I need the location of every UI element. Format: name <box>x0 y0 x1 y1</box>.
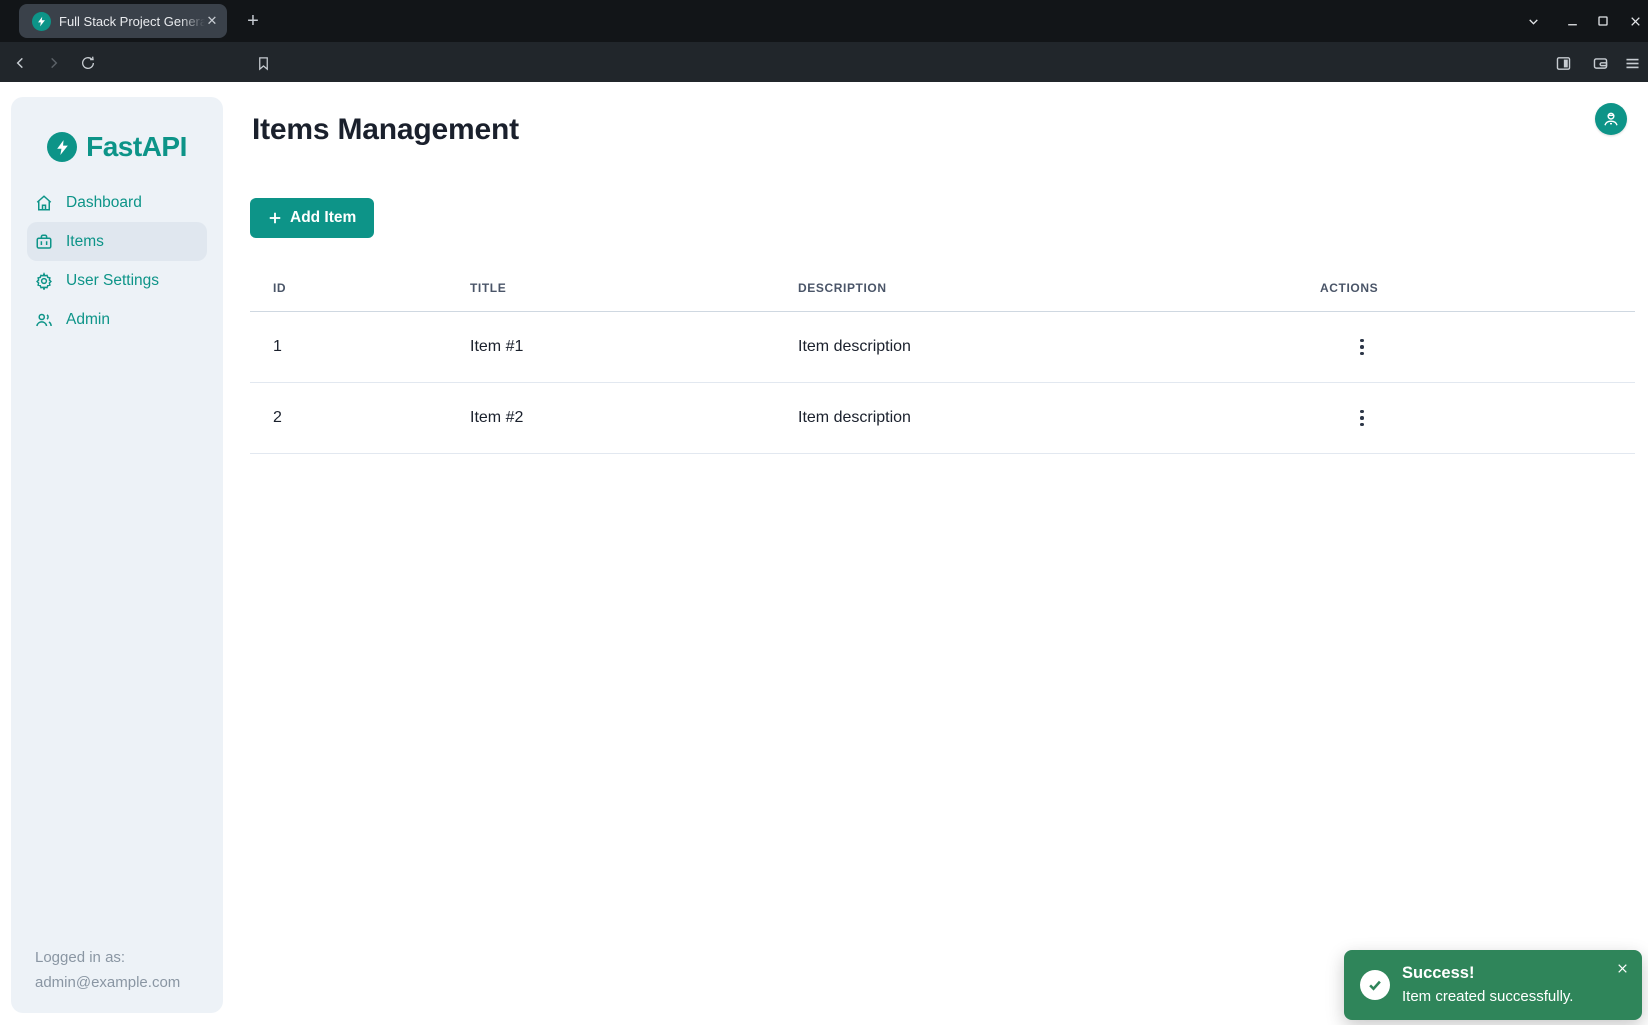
cell-id: 2 <box>250 409 447 427</box>
plus-icon <box>268 211 282 225</box>
sidebar-item-label: Admin <box>66 311 110 329</box>
sidebar-item-items[interactable]: Items <box>27 222 207 261</box>
users-icon <box>35 311 53 329</box>
browser-window: Full Stack Project Genera ✕ + <box>0 0 1648 1025</box>
window-minimize-button[interactable] <box>1559 8 1585 34</box>
row-actions-menu-button[interactable] <box>1350 333 1374 361</box>
browser-toolbar: i localhost/items 1 <box>0 42 1648 82</box>
page-content: FastAPI Dashboard Items User Settings <box>0 82 1648 1025</box>
sidebar-item-label: Items <box>66 233 104 251</box>
page-title: Items Management <box>252 113 519 147</box>
sidebar: FastAPI Dashboard Items User Settings <box>11 97 223 1013</box>
home-icon <box>35 194 53 212</box>
user-icon <box>1601 109 1621 129</box>
toast-title: Success! <box>1402 964 1474 983</box>
new-tab-button[interactable]: + <box>240 8 266 34</box>
window-maximize-button[interactable] <box>1590 8 1616 34</box>
fastapi-favicon-icon <box>32 12 51 31</box>
sidebar-item-user-settings[interactable]: User Settings <box>27 261 207 300</box>
menu-hamburger-icon[interactable] <box>1619 50 1645 76</box>
add-item-label: Add Item <box>290 209 356 227</box>
table-row: 1 Item #1 Item description <box>250 312 1635 383</box>
tab-search-chevron-icon[interactable] <box>1520 8 1546 34</box>
bookmark-icon[interactable] <box>250 50 276 76</box>
logged-in-info: Logged in as: admin@example.com <box>35 945 180 995</box>
check-circle-icon <box>1360 970 1390 1000</box>
toast-message: Item created successfully. <box>1402 988 1573 1005</box>
tab-close-icon[interactable]: ✕ <box>205 12 219 30</box>
browser-tab[interactable]: Full Stack Project Genera ✕ <box>19 4 227 38</box>
column-header-actions: ACTIONS <box>1297 281 1635 295</box>
sidebar-item-dashboard[interactable]: Dashboard <box>27 183 207 222</box>
cell-id: 1 <box>250 338 447 356</box>
logo-text: FastAPI <box>86 131 187 163</box>
back-button[interactable] <box>8 50 34 76</box>
logged-in-email: admin@example.com <box>35 970 180 995</box>
fastapi-logo-icon <box>47 132 77 162</box>
sidebar-nav: Dashboard Items User Settings Admin <box>11 183 223 339</box>
fastapi-logo: FastAPI <box>11 131 223 163</box>
sidebar-item-admin[interactable]: Admin <box>27 300 207 339</box>
cell-title: Item #1 <box>447 338 775 356</box>
briefcase-icon <box>35 233 53 251</box>
sidebar-item-label: Dashboard <box>66 194 142 212</box>
toast-close-icon[interactable] <box>1612 958 1632 978</box>
sidebar-toggle-icon[interactable] <box>1550 50 1576 76</box>
table-header-row: ID TITLE DESCRIPTION ACTIONS <box>250 265 1635 312</box>
sidebar-item-label: User Settings <box>66 272 159 290</box>
row-actions-menu-button[interactable] <box>1350 404 1374 432</box>
tab-title: Full Stack Project Genera <box>59 14 205 29</box>
browser-tab-bar: Full Stack Project Genera ✕ + <box>0 0 1648 42</box>
user-avatar-button[interactable] <box>1595 103 1627 135</box>
success-toast: Success! Item created successfully. <box>1344 950 1642 1020</box>
brave-wallet-icon[interactable] <box>1587 50 1613 76</box>
column-header-title: TITLE <box>447 281 775 295</box>
logged-in-label: Logged in as: <box>35 945 180 970</box>
reload-button[interactable] <box>75 50 101 76</box>
column-header-id: ID <box>250 281 447 295</box>
table-row: 2 Item #2 Item description <box>250 383 1635 454</box>
items-table: ID TITLE DESCRIPTION ACTIONS 1 Item #1 I… <box>250 265 1635 454</box>
column-header-description: DESCRIPTION <box>775 281 1297 295</box>
cell-description: Item description <box>775 338 1297 356</box>
window-close-button[interactable] <box>1622 8 1648 34</box>
gear-icon <box>35 272 53 290</box>
cell-description: Item description <box>775 409 1297 427</box>
add-item-button[interactable]: Add Item <box>250 198 374 238</box>
cell-title: Item #2 <box>447 409 775 427</box>
forward-button[interactable] <box>40 50 66 76</box>
